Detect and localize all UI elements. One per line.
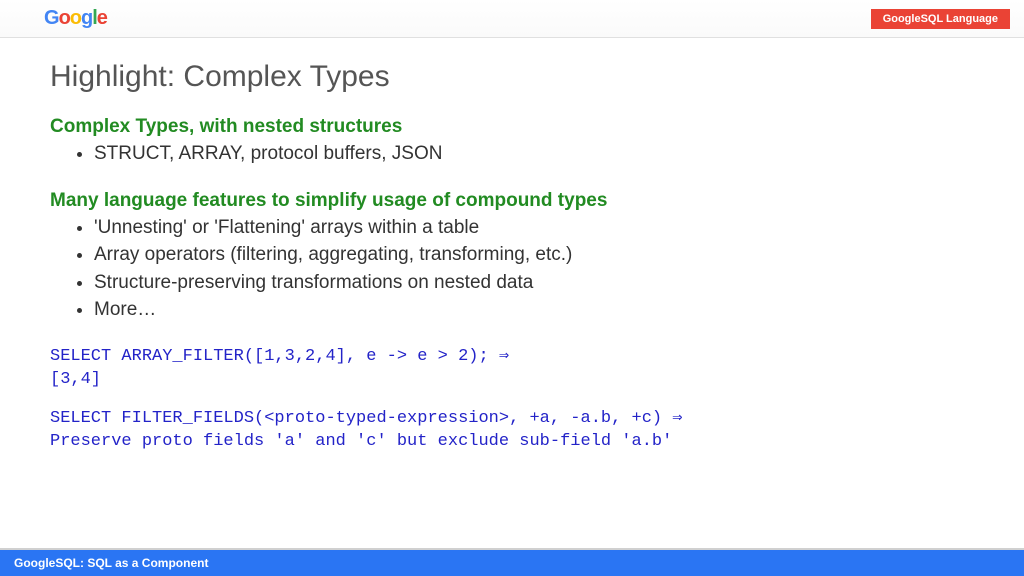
logo-letter: e <box>97 7 107 29</box>
language-badge: GoogleSQL Language <box>871 9 1010 29</box>
google-logo: Google <box>44 7 107 30</box>
slide-header: Google GoogleSQL Language <box>0 0 1024 38</box>
section-heading-1: Complex Types, with nested structures <box>50 116 974 138</box>
list-item: Structure-preserving transformations on … <box>94 269 974 297</box>
slide-title: Highlight: Complex Types <box>50 60 974 94</box>
code-example-2: SELECT FILTER_FIELDS(<proto-typed-expres… <box>50 408 974 454</box>
section-heading-2: Many language features to simplify usage… <box>50 190 974 212</box>
section-2-list: 'Unnesting' or 'Flattening' arrays withi… <box>94 214 974 324</box>
list-item: Array operators (filtering, aggregating,… <box>94 241 974 269</box>
list-item: STRUCT, ARRAY, protocol buffers, JSON <box>94 140 974 168</box>
list-item: 'Unnesting' or 'Flattening' arrays withi… <box>94 214 974 242</box>
logo-letter: g <box>81 7 92 29</box>
list-item: More… <box>94 296 974 324</box>
logo-letter: o <box>70 7 81 29</box>
slide-content: Highlight: Complex Types Complex Types, … <box>0 38 1024 453</box>
section-1-list: STRUCT, ARRAY, protocol buffers, JSON <box>94 140 974 168</box>
slide-footer: GoogleSQL: SQL as a Component <box>0 548 1024 576</box>
code-example-1: SELECT ARRAY_FILTER([1,3,2,4], e -> e > … <box>50 346 974 392</box>
logo-letter: G <box>44 7 59 29</box>
logo-letter: o <box>59 7 70 29</box>
